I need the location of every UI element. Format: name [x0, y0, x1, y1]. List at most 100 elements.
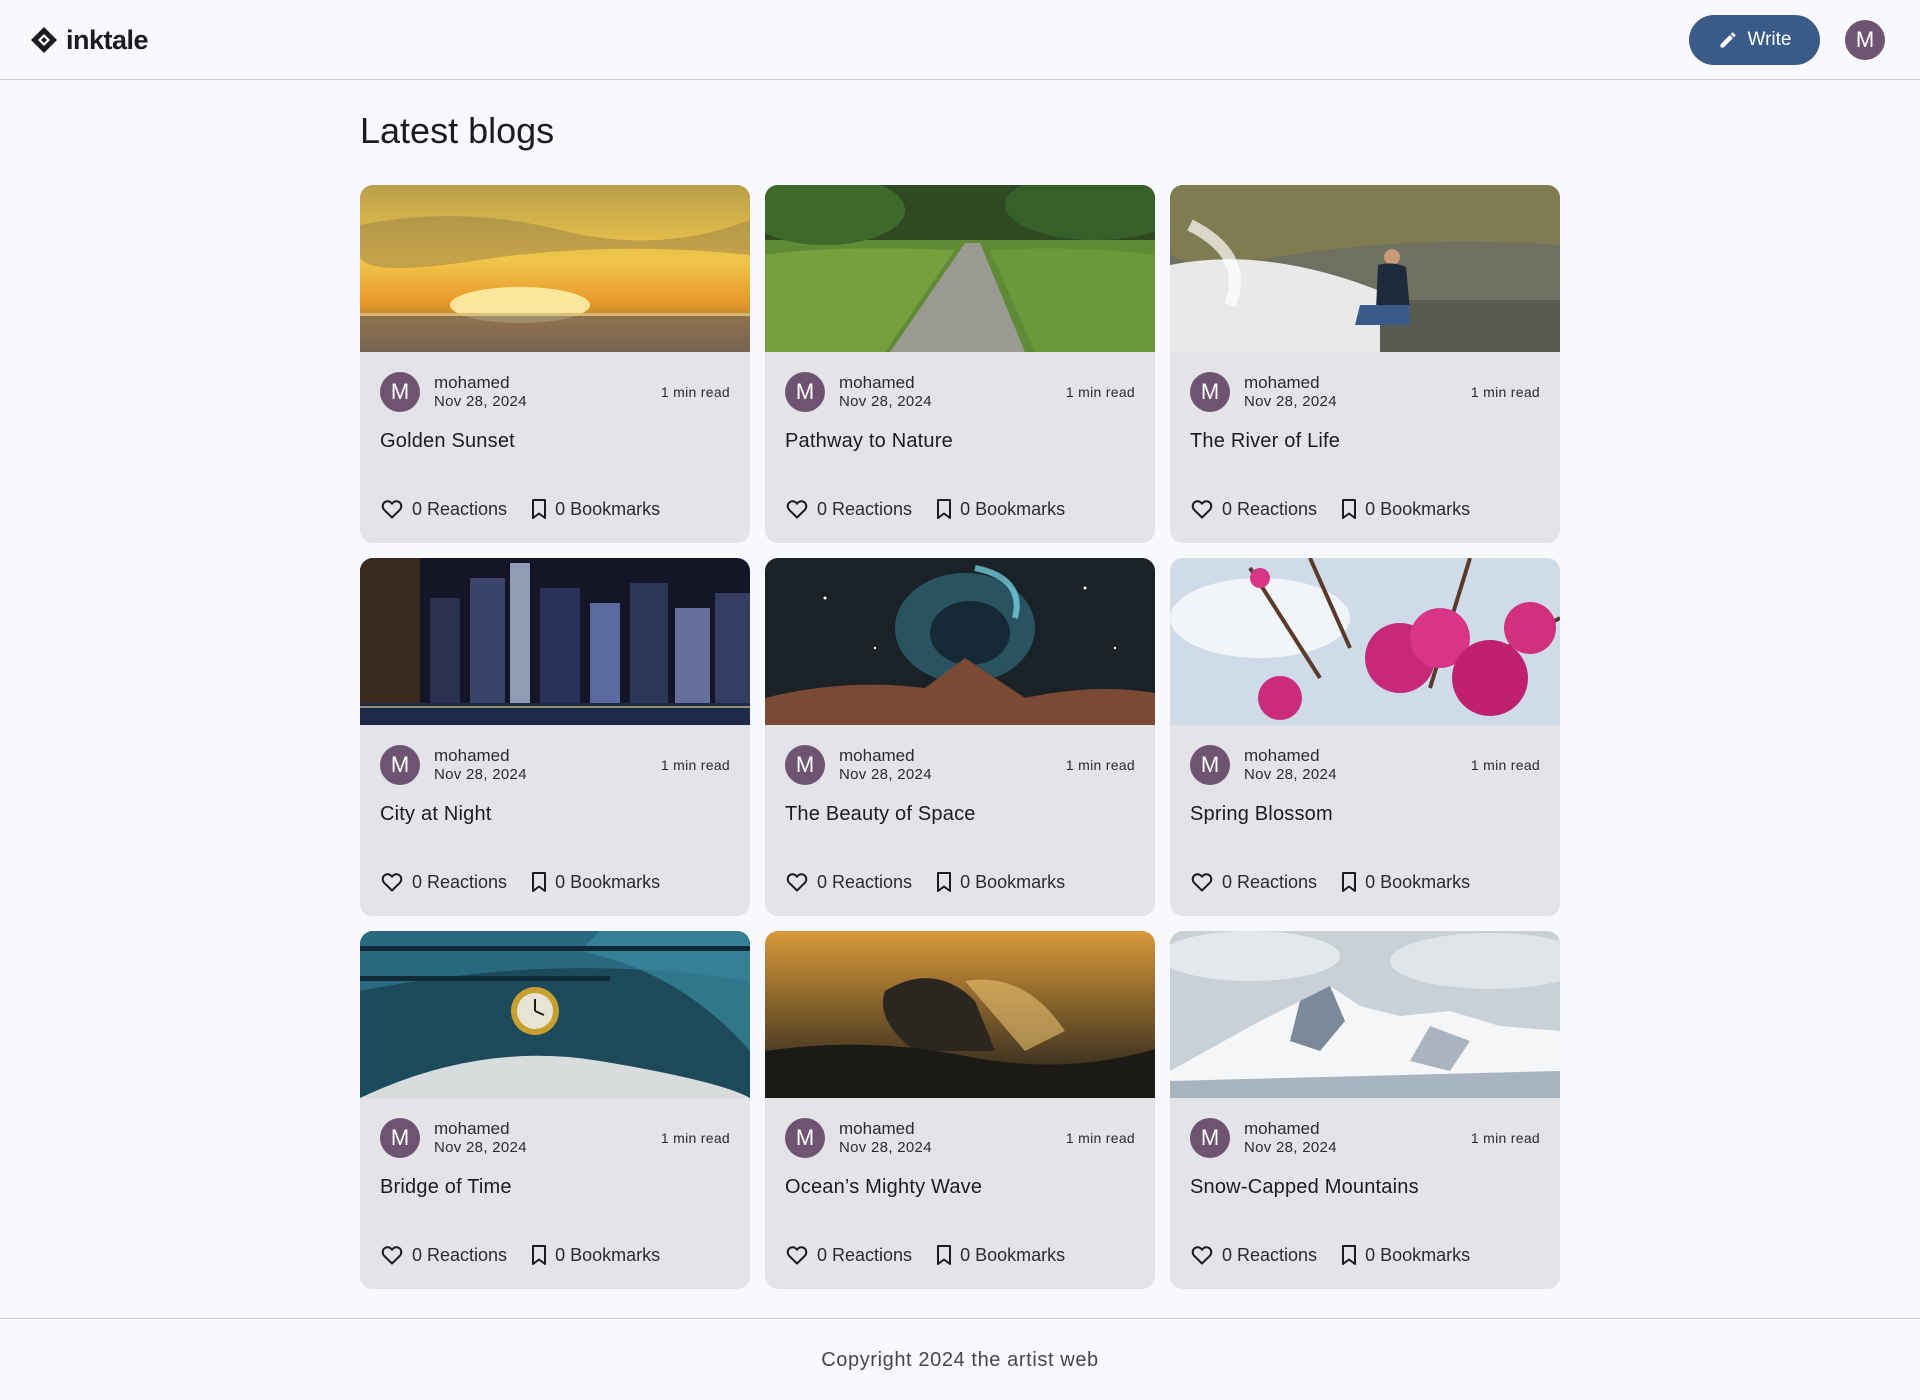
read-time: 1 min read	[660, 1130, 730, 1146]
read-time: 1 min read	[1470, 757, 1540, 773]
blog-card-image[interactable]	[765, 931, 1155, 1098]
blog-card[interactable]: M mohamed Nov 28, 2024 1 min read Ocean’…	[765, 931, 1155, 1289]
author-info: M mohamed Nov 28, 2024	[785, 745, 932, 785]
author-name[interactable]: mohamed	[434, 373, 527, 392]
card-actions: 0 Reactions 0 Bookmarks	[785, 868, 1065, 896]
author-name[interactable]: mohamed	[434, 746, 527, 765]
read-time: 1 min read	[1470, 384, 1540, 400]
bookmarks-button[interactable]: 0 Bookmarks	[1337, 1243, 1470, 1267]
blog-card[interactable]: M mohamed Nov 28, 2024 1 min read Bridge…	[360, 931, 750, 1289]
reactions-button[interactable]: 0 Reactions	[1190, 497, 1317, 521]
author-avatar[interactable]: M	[785, 1118, 825, 1158]
author-avatar[interactable]: M	[380, 372, 420, 412]
bookmarks-button[interactable]: 0 Bookmarks	[1337, 870, 1470, 894]
write-button[interactable]: Write	[1689, 15, 1820, 65]
blog-card-title[interactable]: Pathway to Nature	[785, 430, 953, 453]
blog-card-title[interactable]: Golden Sunset	[380, 430, 515, 453]
inktale-logo-icon	[31, 27, 57, 53]
blog-card[interactable]: M mohamed Nov 28, 2024 1 min read Snow-C…	[1170, 931, 1560, 1289]
blog-card[interactable]: M mohamed Nov 28, 2024 1 min read The Ri…	[1170, 185, 1560, 543]
bookmarks-button[interactable]: 0 Bookmarks	[932, 1243, 1065, 1267]
author-avatar[interactable]: M	[380, 745, 420, 785]
post-date: Nov 28, 2024	[1244, 1139, 1337, 1156]
read-time: 1 min read	[1065, 384, 1135, 400]
post-date: Nov 28, 2024	[434, 766, 527, 783]
bookmarks-button[interactable]: 0 Bookmarks	[527, 1243, 660, 1267]
reactions-button[interactable]: 0 Reactions	[380, 870, 507, 894]
author-info: M mohamed Nov 28, 2024	[380, 372, 527, 412]
inktale-logo[interactable]: inktale	[30, 24, 149, 56]
heart-icon	[381, 500, 403, 519]
author-name[interactable]: mohamed	[1244, 746, 1337, 765]
author-name[interactable]: mohamed	[1244, 373, 1337, 392]
blog-card-image[interactable]	[1170, 558, 1560, 725]
blog-card-title[interactable]: Snow-Capped Mountains	[1190, 1176, 1419, 1199]
blog-card-title[interactable]: The River of Life	[1190, 430, 1340, 453]
blog-card-image[interactable]	[765, 185, 1155, 352]
reactions-button[interactable]: 0 Reactions	[1190, 1243, 1317, 1267]
blog-card-image[interactable]	[360, 185, 750, 352]
man-by-river-image	[1170, 185, 1560, 352]
user-avatar[interactable]: M	[1845, 20, 1885, 60]
reactions-count: 0 Reactions	[817, 871, 913, 892]
blog-card-image[interactable]	[360, 558, 750, 725]
blog-card-title[interactable]: The Beauty of Space	[785, 803, 976, 826]
blog-card-image[interactable]	[360, 931, 750, 1098]
bookmarks-button[interactable]: 0 Bookmarks	[527, 497, 660, 521]
reactions-button[interactable]: 0 Reactions	[785, 1243, 912, 1267]
post-date: Nov 28, 2024	[839, 766, 932, 783]
blog-card-title[interactable]: City at Night	[380, 803, 492, 826]
whale-breach-image	[765, 931, 1155, 1098]
blog-card[interactable]: M mohamed Nov 28, 2024 1 min read Golden…	[360, 185, 750, 543]
author-name[interactable]: mohamed	[839, 373, 932, 392]
author-avatar[interactable]: M	[380, 1118, 420, 1158]
author-name[interactable]: mohamed	[839, 746, 932, 765]
bookmarks-button[interactable]: 0 Bookmarks	[932, 870, 1065, 894]
blog-grid: M mohamed Nov 28, 2024 1 min read Golden…	[360, 185, 1561, 1289]
blog-card[interactable]: M mohamed Nov 28, 2024 1 min read Spring…	[1170, 558, 1560, 916]
reactions-count: 0 Reactions	[817, 498, 913, 519]
bookmarks-count: 0 Bookmarks	[555, 498, 661, 519]
blog-card[interactable]: M mohamed Nov 28, 2024 1 min read Pathwa…	[765, 185, 1155, 543]
blog-card-image[interactable]	[1170, 185, 1560, 352]
author-info: M mohamed Nov 28, 2024	[1190, 1118, 1337, 1158]
pencil-icon	[1720, 32, 1736, 48]
author-avatar[interactable]: M	[1190, 372, 1230, 412]
blog-card-title[interactable]: Ocean’s Mighty Wave	[785, 1176, 982, 1199]
bookmarks-count: 0 Bookmarks	[960, 1244, 1066, 1265]
bookmarks-button[interactable]: 0 Bookmarks	[932, 497, 1065, 521]
heart-icon	[1191, 1246, 1213, 1265]
blog-card[interactable]: M mohamed Nov 28, 2024 1 min read City a…	[360, 558, 750, 916]
bookmark-icon	[937, 499, 952, 519]
reactions-button[interactable]: 0 Reactions	[1190, 870, 1317, 894]
author-avatar[interactable]: M	[785, 372, 825, 412]
bookmarks-button[interactable]: 0 Bookmarks	[527, 870, 660, 894]
bookmarks-count: 0 Bookmarks	[555, 871, 661, 892]
heart-icon	[1191, 873, 1213, 892]
blog-card-title[interactable]: Spring Blossom	[1190, 803, 1333, 826]
blog-card-image[interactable]	[1170, 931, 1560, 1098]
reactions-count: 0 Reactions	[1222, 871, 1318, 892]
bookmarks-count: 0 Bookmarks	[1365, 498, 1471, 519]
reactions-button[interactable]: 0 Reactions	[380, 497, 507, 521]
author-avatar[interactable]: M	[1190, 745, 1230, 785]
post-date: Nov 28, 2024	[1244, 393, 1337, 410]
author-avatar[interactable]: M	[785, 745, 825, 785]
reactions-button[interactable]: 0 Reactions	[785, 497, 912, 521]
author-name[interactable]: mohamed	[434, 1119, 527, 1138]
footer: Copyright 2024 the artist web	[0, 1318, 1920, 1400]
author-name[interactable]: mohamed	[839, 1119, 932, 1138]
space-nebula-image	[765, 558, 1155, 725]
author-avatar[interactable]: M	[1190, 1118, 1230, 1158]
blog-card-title[interactable]: Bridge of Time	[380, 1176, 512, 1199]
blog-card[interactable]: M mohamed Nov 28, 2024 1 min read The Be…	[765, 558, 1155, 916]
reactions-button[interactable]: 0 Reactions	[785, 870, 912, 894]
author-name[interactable]: mohamed	[1244, 1119, 1337, 1138]
blog-card-image[interactable]	[765, 558, 1155, 725]
card-actions: 0 Reactions 0 Bookmarks	[1190, 868, 1470, 896]
write-button-label: Write	[1747, 29, 1792, 50]
bookmarks-button[interactable]: 0 Bookmarks	[1337, 497, 1470, 521]
reactions-button[interactable]: 0 Reactions	[380, 1243, 507, 1267]
bookmarks-count: 0 Bookmarks	[555, 1244, 661, 1265]
bookmark-icon	[1342, 872, 1357, 892]
